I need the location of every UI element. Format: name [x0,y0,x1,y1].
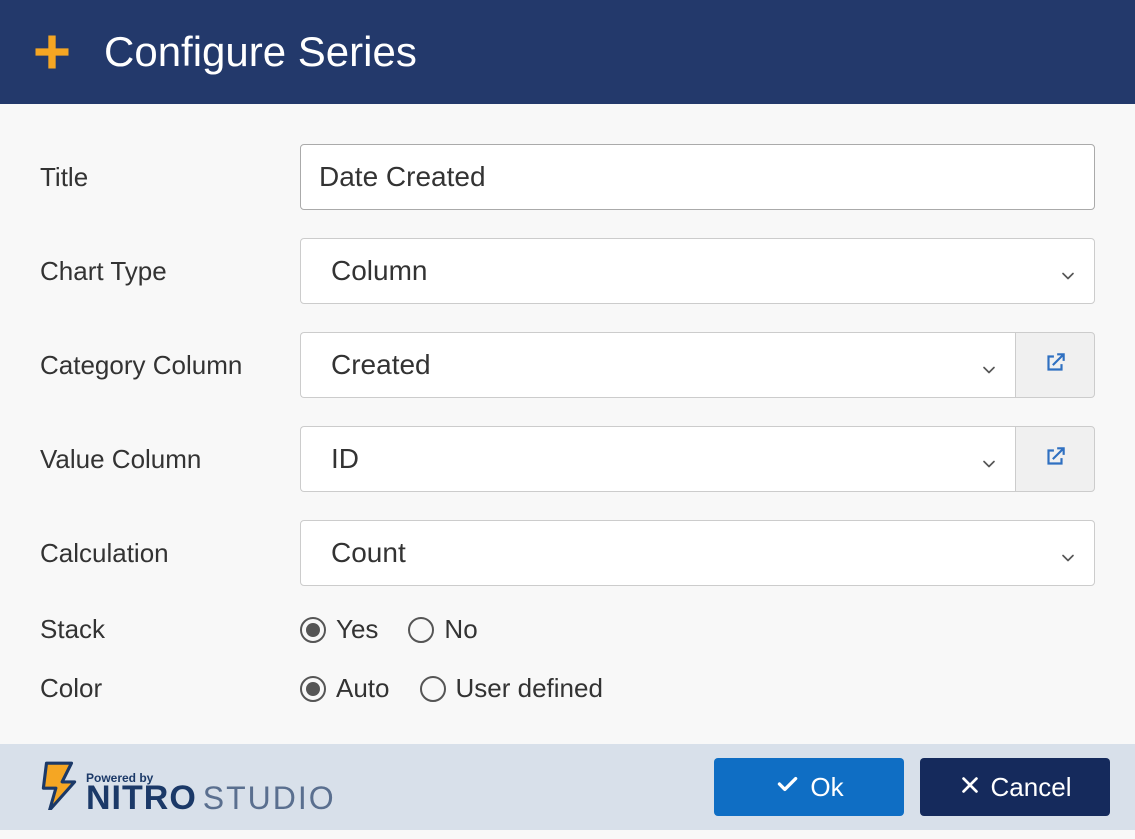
radio-icon [408,617,434,643]
row-calculation: Calculation Count [40,520,1095,586]
calculation-value: Count [331,537,406,569]
cancel-button[interactable]: Cancel [920,758,1110,816]
stack-no-label: No [444,614,477,645]
ok-label: Ok [810,772,843,803]
label-stack: Stack [40,614,300,645]
label-calculation: Calculation [40,538,300,569]
row-category-column: Category Column Created [40,332,1095,398]
category-column-external-button[interactable] [1015,332,1095,398]
dialog-header: Configure Series [0,0,1135,104]
value-column-external-button[interactable] [1015,426,1095,492]
label-value-column: Value Column [40,444,300,475]
category-column-select[interactable]: Created [300,332,1015,398]
value-column-value: ID [331,443,359,475]
brand-studio: STUDIO [203,782,336,814]
dialog-title: Configure Series [104,28,417,76]
label-color: Color [40,673,300,704]
chart-type-select[interactable]: Column [300,238,1095,304]
brand-nitro: NITRO [86,781,197,815]
radio-icon [300,676,326,702]
value-column-select[interactable]: ID [300,426,1015,492]
label-category-column: Category Column [40,350,300,381]
nitro-bolt-icon [40,760,78,815]
category-column-value: Created [331,349,431,381]
dialog-footer: Powered by NITRO STUDIO Ok Cancel [0,744,1135,830]
color-auto-label: Auto [336,673,390,704]
color-radio-user[interactable]: User defined [420,673,603,704]
row-chart-type: Chart Type Column [40,238,1095,304]
calculation-select[interactable]: Count [300,520,1095,586]
row-color: Color Auto User defined [40,673,1095,704]
radio-icon [300,617,326,643]
color-radio-auto[interactable]: Auto [300,673,390,704]
title-input[interactable] [300,144,1095,210]
form-body: Title Chart Type Column Category Column … [0,104,1135,744]
stack-radio-yes[interactable]: Yes [300,614,378,645]
check-icon [774,771,800,804]
chart-type-value: Column [331,255,427,287]
stack-radio-group: Yes No [300,614,478,645]
footer-branding: Powered by NITRO STUDIO [40,760,336,815]
chevron-down-icon [979,355,999,375]
chevron-down-icon [979,449,999,469]
color-user-label: User defined [456,673,603,704]
ok-button[interactable]: Ok [714,758,904,816]
stack-yes-label: Yes [336,614,378,645]
plus-icon [30,30,74,74]
chevron-down-icon [1058,543,1078,563]
chevron-down-icon [1058,261,1078,281]
cancel-label: Cancel [991,772,1072,803]
row-stack: Stack Yes No [40,614,1095,645]
radio-icon [420,676,446,702]
color-radio-group: Auto User defined [300,673,603,704]
stack-radio-no[interactable]: No [408,614,477,645]
external-link-icon [1042,444,1068,475]
external-link-icon [1042,350,1068,381]
label-title: Title [40,162,300,193]
label-chart-type: Chart Type [40,256,300,287]
row-value-column: Value Column ID [40,426,1095,492]
row-title: Title [40,144,1095,210]
close-icon [959,772,981,803]
